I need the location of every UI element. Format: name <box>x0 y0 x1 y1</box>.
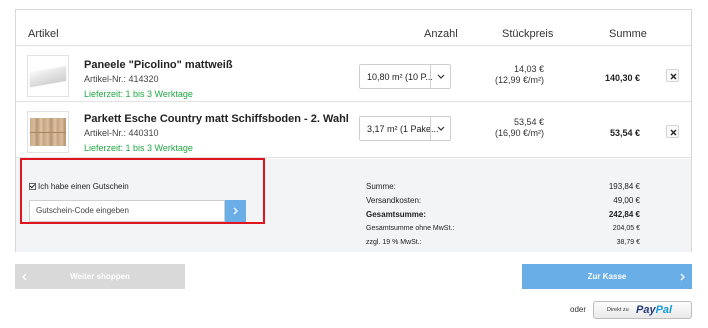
quantity-dropdown-button[interactable] <box>430 117 450 140</box>
article-number: Artikel-Nr.: 414320 <box>84 74 159 84</box>
product-thumbnail[interactable] <box>27 55 69 97</box>
paypal-logo: PayPal <box>636 304 673 316</box>
totals-value-summe: 193,84 € <box>608 182 640 191</box>
continue-shopping-button[interactable]: Weiter shoppen <box>15 264 185 289</box>
chevron-down-icon <box>437 74 445 79</box>
quantity-select[interactable]: 10,80 m² (10 P... <box>359 64 451 89</box>
continue-shopping-label: Weiter shoppen <box>70 272 130 281</box>
white-wall-panel-image <box>30 65 66 87</box>
totals-label-versand: Versandkosten: <box>366 196 422 205</box>
cart-header: Artikel Anzahl Stückpreis Summe <box>16 10 691 46</box>
unit-price-per-m2: (16,90 €/m²) <box>494 128 544 138</box>
remove-item-button[interactable] <box>666 125 679 138</box>
totals-label-netto: Gesamtsumme ohne MwSt.: <box>366 225 455 232</box>
remove-item-button[interactable] <box>666 69 679 82</box>
quantity-dropdown-button[interactable] <box>430 65 450 88</box>
article-number: Artikel-Nr.: 440310 <box>84 128 159 138</box>
close-icon <box>670 73 677 80</box>
totals-value-versand: 49,00 € <box>613 196 640 205</box>
totals-value-mwst: 38,79 € <box>616 239 640 246</box>
column-header-stueckpreis: Stückpreis <box>502 28 554 40</box>
totals-value-gesamt: 242,84 € <box>608 210 640 219</box>
quantity-value: 3,17 m² (1 Pake... <box>367 124 439 134</box>
column-header-summe: Summe <box>609 28 647 40</box>
quantity-select[interactable]: 3,17 m² (1 Pake... <box>359 116 451 141</box>
quantity-value: 10,80 m² (10 P... <box>367 72 433 82</box>
delivery-time: Lieferzeit: 1 bis 3 Werktage <box>84 89 193 99</box>
totals-label-summe: Summe: <box>366 182 396 191</box>
checkout-button[interactable]: Zur Kasse <box>522 264 692 289</box>
line-total: 140,30 € <box>604 73 640 83</box>
product-name[interactable]: Parkett Esche Country matt Schiffsboden … <box>84 113 349 125</box>
product-name[interactable]: Paneele "Picolino" mattweiß <box>84 59 233 71</box>
delivery-time: Lieferzeit: 1 bis 3 Werktage <box>84 143 193 153</box>
unit-price-value: 53,54 € <box>513 117 544 127</box>
oder-label: oder <box>570 305 587 314</box>
column-header-artikel: Artikel <box>28 28 59 40</box>
paypal-button[interactable]: Direkt zu PayPal <box>593 301 692 319</box>
column-header-anzahl: Anzahl <box>424 28 458 40</box>
unit-price: 53,54 € (16,90 €/m²) <box>495 117 544 139</box>
cart-item-row: Parkett Esche Country matt Schiffsboden … <box>16 103 691 158</box>
totals-label-gesamt: Gesamtsumme: <box>366 210 427 219</box>
unit-price-per-m2: (12,99 €/m²) <box>494 75 544 85</box>
totals-value-netto: 204,05 € <box>612 225 640 232</box>
coupon-highlight-box <box>20 158 265 224</box>
cart-item-row: Paneele "Picolino" mattweiß Artikel-Nr.:… <box>16 47 691 102</box>
paypal-direkt-label: Direkt zu <box>607 307 629 313</box>
ash-parquet-image <box>30 118 66 146</box>
totals-label-mwst: zzgl. 19 % MwSt.: <box>366 239 422 246</box>
chevron-right-icon <box>680 273 685 281</box>
line-total: 53,54 € <box>609 128 640 138</box>
close-icon <box>670 129 677 136</box>
unit-price: 14,03 € (12,99 €/m²) <box>495 64 544 86</box>
unit-price-value: 14,03 € <box>513 64 544 74</box>
product-thumbnail[interactable] <box>27 111 69 153</box>
chevron-down-icon <box>437 126 445 131</box>
checkout-label: Zur Kasse <box>587 272 627 281</box>
